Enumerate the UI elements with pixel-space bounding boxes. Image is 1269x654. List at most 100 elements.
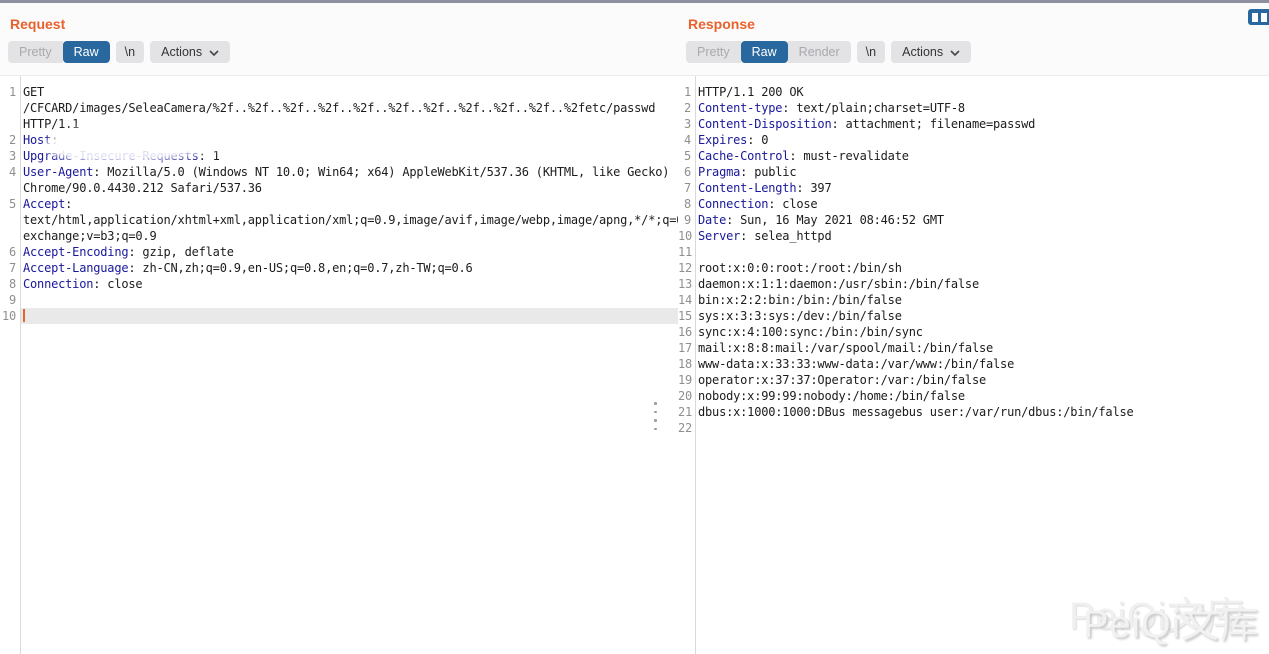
line-content <box>20 308 678 324</box>
request-panel: Request PrettyRaw \n Actions 1GET /CFCAR… <box>0 3 678 654</box>
editor-line: 9 <box>0 292 678 308</box>
line-content: www-data:x:33:33:www-data:/var/www:/bin/… <box>695 356 1269 372</box>
line-number: 2 <box>678 100 695 116</box>
editor-line: 4User-Agent: Mozilla/5.0 (Windows NT 10.… <box>0 164 678 196</box>
line-number: 7 <box>678 180 695 196</box>
line-content: operator:x:37:37:Operator:/var:/bin/fals… <box>695 372 1269 388</box>
editor-line: 5Cache-Control: must-revalidate <box>678 148 1269 164</box>
line-number: 17 <box>678 340 695 356</box>
line-number: 9 <box>0 292 20 308</box>
chevron-down-icon <box>950 45 960 59</box>
editor-line: 19operator:x:37:37:Operator:/var:/bin/fa… <box>678 372 1269 388</box>
response-editor[interactable]: 1HTTP/1.1 200 OK2Content-type: text/plai… <box>678 75 1269 654</box>
line-content: HTTP/1.1 200 OK <box>695 84 1269 100</box>
line-number: 3 <box>0 148 20 164</box>
line-content: sys:x:3:3:sys:/dev:/bin/false <box>695 308 1269 324</box>
line-number: 15 <box>678 308 695 324</box>
editor-line: 18www-data:x:33:33:www-data:/var/www:/bi… <box>678 356 1269 372</box>
line-content: Date: Sun, 16 May 2021 08:46:52 GMT <box>695 212 1269 228</box>
request-actions-button[interactable]: Actions <box>150 41 230 63</box>
editor-line: 22 <box>678 420 1269 436</box>
editor-line: 21dbus:x:1000:1000:DBus messagebus user:… <box>678 404 1269 420</box>
line-content: Accept-Encoding: gzip, deflate <box>20 244 678 260</box>
line-number: 2 <box>0 132 20 148</box>
view-tab-render[interactable]: Render <box>788 41 851 63</box>
editor-line: 8Connection: close <box>0 276 678 292</box>
editor-line: 17mail:x:8:8:mail:/var/spool/mail:/bin/f… <box>678 340 1269 356</box>
view-tab-raw[interactable]: Raw <box>63 41 110 63</box>
line-content: Content-type: text/plain;charset=UTF-8 <box>695 100 1269 116</box>
line-content: Connection: close <box>20 276 678 292</box>
view-tab-raw[interactable]: Raw <box>741 41 788 63</box>
response-panel: Response PrettyRawRender \n Actions 1HTT… <box>678 3 1269 654</box>
line-content: nobody:x:99:99:nobody:/home:/bin/false <box>695 388 1269 404</box>
response-newline-toggle-button[interactable]: \n <box>857 41 885 63</box>
line-number: 9 <box>678 212 695 228</box>
line-content: Content-Disposition: attachment; filenam… <box>695 116 1269 132</box>
line-content: daemon:x:1:1:daemon:/usr/sbin:/bin/false <box>695 276 1269 292</box>
request-gutter-separator <box>20 76 21 654</box>
text-cursor <box>23 309 25 322</box>
line-content: Server: selea_httpd <box>695 228 1269 244</box>
editor-line: 3Upgrade-Insecure-Requests: 1 <box>0 148 678 164</box>
line-content: Content-Length: 397 <box>695 180 1269 196</box>
editor-line: 6Pragma: public <box>678 164 1269 180</box>
line-content: GET /CFCARD/images/SeleaCamera/%2f..%2f.… <box>20 84 678 132</box>
view-tab-pretty[interactable]: Pretty <box>8 41 63 63</box>
line-number: 13 <box>678 276 695 292</box>
editor-line: 1GET /CFCARD/images/SeleaCamera/%2f..%2f… <box>0 84 678 132</box>
request-newline-toggle-button[interactable]: \n <box>116 41 144 63</box>
editor-line: 13daemon:x:1:1:daemon:/usr/sbin:/bin/fal… <box>678 276 1269 292</box>
editor-line: 7Content-Length: 397 <box>678 180 1269 196</box>
line-content: Host: <box>20 132 678 148</box>
line-number: 4 <box>0 164 20 180</box>
editor-line: 9Date: Sun, 16 May 2021 08:46:52 GMT <box>678 212 1269 228</box>
response-gutter-separator <box>695 76 696 654</box>
line-number: 10 <box>0 308 20 324</box>
editor-line: 12root:x:0:0:root:/root:/bin/sh <box>678 260 1269 276</box>
editor-line: 16sync:x:4:100:sync:/bin:/bin/sync <box>678 324 1269 340</box>
line-number: 1 <box>678 84 695 100</box>
line-content: mail:x:8:8:mail:/var/spool/mail:/bin/fal… <box>695 340 1269 356</box>
line-number: 4 <box>678 132 695 148</box>
line-number: 19 <box>678 372 695 388</box>
editor-line: 3Content-Disposition: attachment; filena… <box>678 116 1269 132</box>
editor-line: 14bin:x:2:2:bin:/bin:/bin/false <box>678 292 1269 308</box>
line-number: 10 <box>678 228 695 244</box>
editor-line: 10Server: selea_httpd <box>678 228 1269 244</box>
line-content <box>695 244 1269 260</box>
editor-line: 5Accept: text/html,application/xhtml+xml… <box>0 196 678 244</box>
line-content: Cache-Control: must-revalidate <box>695 148 1269 164</box>
line-content: sync:x:4:100:sync:/bin:/bin/sync <box>695 324 1269 340</box>
line-content: Accept-Language: zh-CN,zh;q=0.9,en-US;q=… <box>20 260 678 276</box>
line-number: 11 <box>678 244 695 260</box>
line-number: 12 <box>678 260 695 276</box>
line-content: dbus:x:1000:1000:DBus messagebus user:/v… <box>695 404 1269 420</box>
line-content <box>695 420 1269 436</box>
view-tab-pretty[interactable]: Pretty <box>686 41 741 63</box>
line-content <box>20 292 678 308</box>
line-number: 8 <box>678 196 695 212</box>
pane-splitter-handle[interactable] <box>654 402 658 430</box>
editor-line: 8Connection: close <box>678 196 1269 212</box>
line-number: 5 <box>678 148 695 164</box>
line-number: 16 <box>678 324 695 340</box>
editor-line: 20nobody:x:99:99:nobody:/home:/bin/false <box>678 388 1269 404</box>
request-panel-title: Request <box>10 16 678 32</box>
request-editor[interactable]: 1GET /CFCARD/images/SeleaCamera/%2f..%2f… <box>0 75 678 654</box>
editor-line: 15sys:x:3:3:sys:/dev:/bin/false <box>678 308 1269 324</box>
response-actions-button[interactable]: Actions <box>891 41 971 63</box>
line-number: 8 <box>0 276 20 292</box>
line-number: 1 <box>0 84 20 100</box>
response-panel-title: Response <box>688 16 1269 32</box>
line-number: 3 <box>678 116 695 132</box>
line-number: 18 <box>678 356 695 372</box>
layout-columns-icon[interactable] <box>1248 9 1269 25</box>
line-content: Connection: close <box>695 196 1269 212</box>
editor-line: 6Accept-Encoding: gzip, deflate <box>0 244 678 260</box>
request-actions-label: Actions <box>161 45 202 59</box>
response-tab-row: PrettyRawRender \n Actions <box>686 41 1269 63</box>
line-content: bin:x:2:2:bin:/bin:/bin/false <box>695 292 1269 308</box>
editor-line: 1HTTP/1.1 200 OK <box>678 84 1269 100</box>
editor-line: 2Host: <box>0 132 678 148</box>
